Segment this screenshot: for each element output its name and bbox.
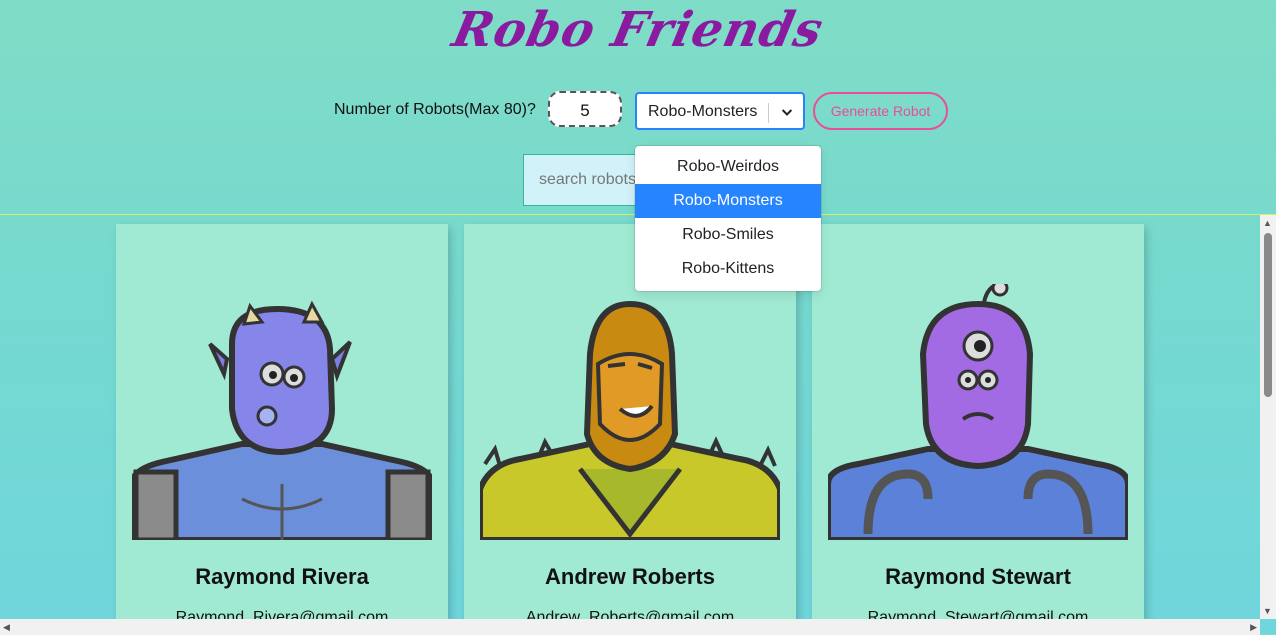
- controls-bar: Number of Robots(Max 80)? 5 Robo-Monster…: [0, 90, 1276, 130]
- robot-card[interactable]: Raymond Rivera Raymond_Rivera@gmail.com: [116, 224, 448, 635]
- robot-avatar-image: [480, 300, 780, 540]
- robot-name: Raymond Rivera: [195, 564, 369, 589]
- horizontal-scrollbar[interactable]: ◀ ▶: [0, 619, 1260, 635]
- menu-option-robo-kittens[interactable]: Robo-Kittens: [635, 252, 821, 286]
- scroll-up-icon[interactable]: ▲: [1263, 218, 1272, 228]
- robot-count-input[interactable]: 5: [548, 91, 622, 127]
- menu-option-robo-smiles[interactable]: Robo-Smiles: [635, 218, 821, 252]
- select-value: Robo-Monsters: [648, 103, 758, 120]
- vertical-scrollbar[interactable]: ▲ ▼: [1260, 215, 1276, 619]
- scroll-down-icon[interactable]: ▼: [1263, 606, 1272, 616]
- robot-avatar-image: [828, 284, 1128, 540]
- robot-name: Andrew Roberts: [545, 564, 715, 589]
- robot-name: Raymond Stewart: [885, 564, 1071, 589]
- robot-type-menu: Robo-Weirdos Robo-Monsters Robo-Smiles R…: [635, 146, 821, 291]
- menu-option-robo-monsters[interactable]: Robo-Monsters: [635, 184, 821, 218]
- scroll-right-icon[interactable]: ▶: [1250, 622, 1257, 633]
- chevron-down-icon[interactable]: [779, 104, 795, 120]
- robot-card[interactable]: Raymond Stewart Raymond_Stewart@gmail.co…: [812, 224, 1144, 635]
- app-title: Robo Friends: [447, 2, 829, 58]
- generate-robot-button[interactable]: Generate Robot: [813, 92, 948, 130]
- scroll-left-icon[interactable]: ◀: [3, 622, 10, 633]
- menu-option-robo-weirdos[interactable]: Robo-Weirdos: [635, 150, 821, 184]
- select-separator: [768, 103, 769, 123]
- robot-avatar-image: [132, 300, 432, 540]
- vertical-scroll-thumb[interactable]: [1264, 233, 1272, 397]
- robot-count-label: Number of Robots(Max 80)?: [334, 101, 536, 118]
- robot-type-select[interactable]: Robo-Monsters: [635, 92, 805, 130]
